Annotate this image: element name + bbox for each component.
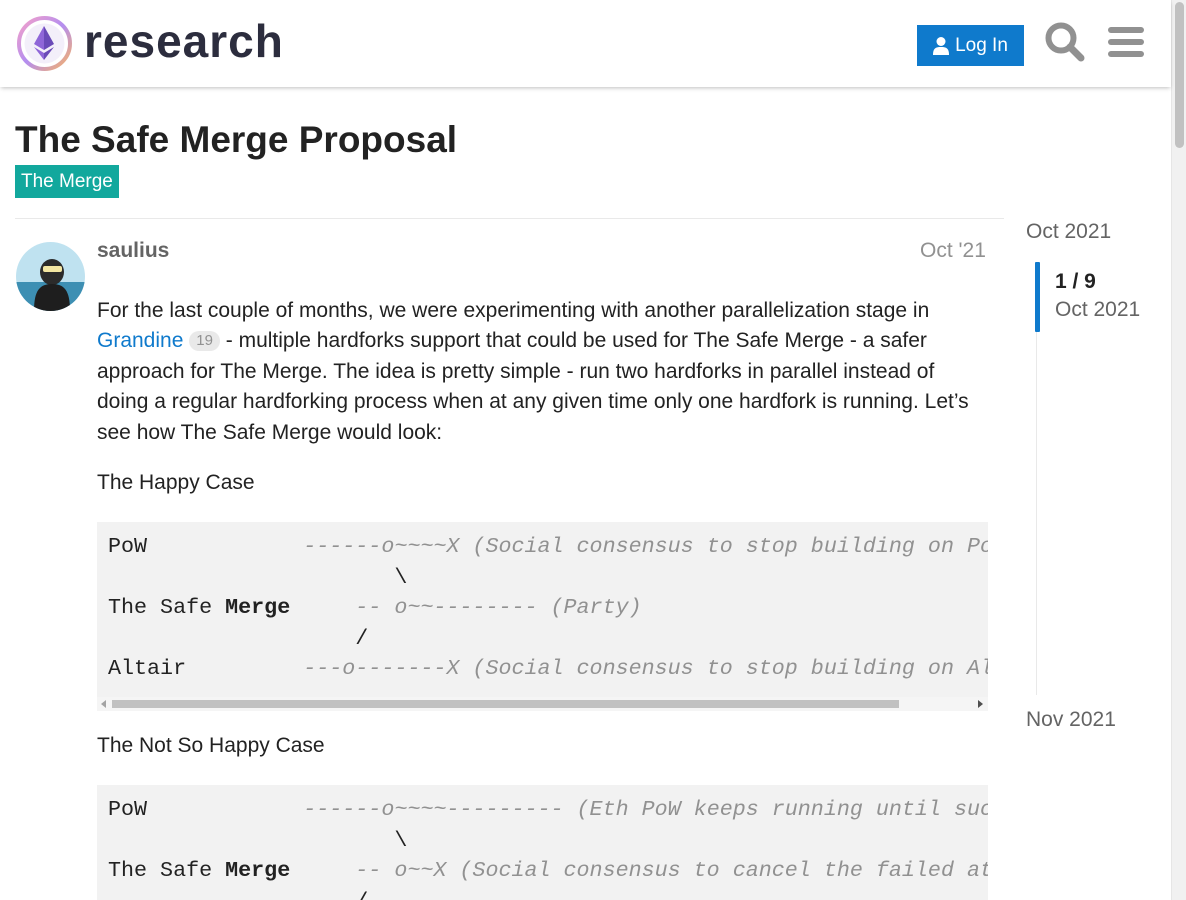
timeline-start-date[interactable]: Oct 2021 [1026,220,1111,244]
search-icon[interactable] [1043,20,1087,64]
divider [15,218,1004,219]
code-text: PoW [108,797,304,822]
page-scrollbar-thumb[interactable] [1175,2,1184,148]
post-text: For the last couple of months, we were e… [97,299,930,322]
code-comment: ------o~~~~--------- (Eth PoW keeps runn… [303,797,988,822]
timeline-end-date[interactable]: Nov 2021 [1026,708,1116,732]
code-comment: ------o~~~~X (Social consensus to stop b… [303,534,988,559]
code-scrollbar-thumb[interactable] [112,700,899,708]
hamburger-menu-icon[interactable] [1104,20,1148,64]
code-keyword: Merge [225,858,291,884]
site-logo-text[interactable]: research [84,14,284,68]
login-label: Log In [955,34,1008,56]
code-text: The Safe [108,858,226,884]
avatar[interactable] [16,242,85,311]
code-text: / [108,625,369,651]
not-so-happy-case-heading: The Not So Happy Case [97,734,325,757]
scroll-right-arrow-icon[interactable] [978,700,983,708]
code-block-happy[interactable]: PoW ------o~~~~X (Social consensus to st… [97,522,988,711]
post-text: - multiple hardforks support that could … [97,329,969,444]
code-keyword: Merge [225,595,291,621]
timeline-position: 1 / 9 [1055,270,1096,293]
happy-case-heading: The Happy Case [97,471,255,494]
code-text: The Safe [108,595,226,621]
code-comment: -- o~~-------- (Party) [290,595,642,621]
topic-title[interactable]: The Safe Merge Proposal [15,119,457,161]
code-text: \ [108,827,408,853]
code-comment: -- o~~X (Social consensus to cancel the … [355,858,988,884]
post-date[interactable]: Oct '21 [920,239,986,263]
code-text: / [108,889,368,900]
scroll-left-arrow-icon[interactable] [101,700,106,708]
login-button[interactable]: Log In [917,25,1024,66]
code-text: PoW [108,534,304,559]
page-scrollbar[interactable] [1171,0,1186,900]
code-text: \ [108,564,408,590]
post-body: For the last couple of months, we were e… [97,296,977,448]
research-logo-icon[interactable] [16,15,73,72]
timeline-position-date: Oct 2021 [1055,298,1141,321]
code-comment: ---o-------X (Social consensus to stop b… [303,656,988,682]
code-scrollbar[interactable] [97,697,988,711]
grandine-link[interactable]: Grandine [97,329,183,352]
code-text: Altair [108,656,304,682]
timeline-handle[interactable] [1035,262,1040,332]
site-header: research Log In [0,0,1171,87]
code-block-not-so-happy[interactable]: PoW ------o~~~~--------- (Eth PoW keeps … [97,785,988,900]
user-icon [933,36,950,55]
post-username[interactable]: saulius [97,239,169,263]
link-click-count: 19 [189,331,220,352]
category-badge[interactable]: The Merge [15,165,119,198]
